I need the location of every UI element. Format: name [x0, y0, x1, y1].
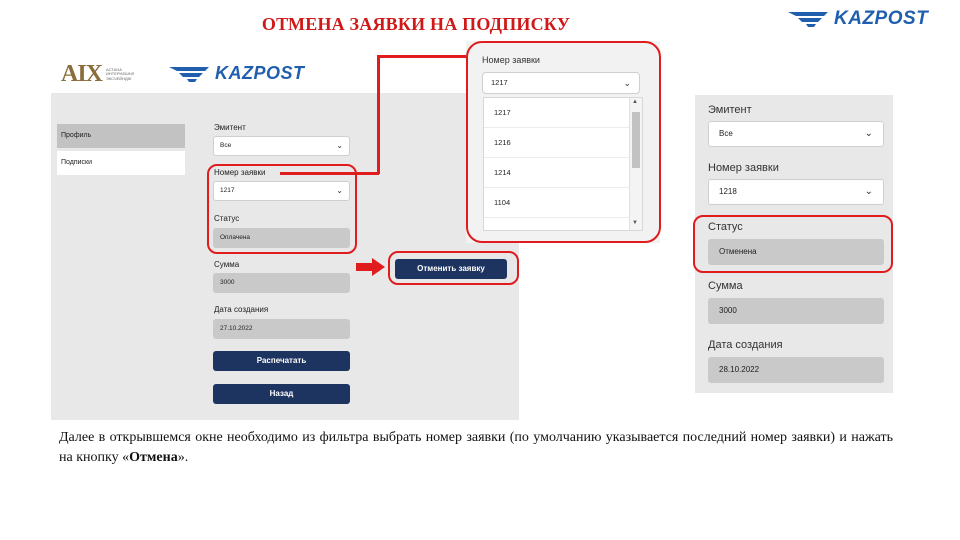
print-button[interactable]: Распечатать: [213, 351, 350, 371]
kazpost-wing-icon: [169, 66, 209, 82]
creation-date-field: 27.10.2022: [213, 319, 350, 339]
result-date-label: Дата создания: [708, 339, 783, 351]
connector-line: [377, 55, 380, 174]
result-amount-field: 3000: [708, 298, 884, 324]
result-request-select[interactable]: 1218 ⌄: [708, 179, 884, 205]
highlight-request-status: [207, 164, 357, 254]
kazpost-wing-icon: [788, 12, 828, 27]
issuer-label: Эмитент: [214, 123, 246, 132]
result-amount-label: Сумма: [708, 280, 743, 292]
aix-logo-caption: АСТАНА ИНТЕРНЕШНЛ ЭКСЧЕЙНДЖ: [106, 66, 135, 81]
sidebar-item-subscriptions[interactable]: Подписки: [57, 151, 185, 175]
chevron-down-icon: ⌄: [864, 186, 873, 197]
arrow-right-icon: [356, 258, 385, 276]
result-request-label: Номер заявки: [708, 162, 779, 174]
issuer-select[interactable]: Все ⌄: [213, 136, 350, 156]
result-issuer-select[interactable]: Все ⌄: [708, 121, 884, 147]
chevron-down-icon: ⌄: [864, 128, 873, 139]
result-issuer-label: Эмитент: [708, 104, 752, 116]
kazpost-logo-text: KAZPOST: [834, 8, 929, 29]
app-header: AIX АСТАНА ИНТЕРНЕШНЛ ЭКСЧЕЙНДЖ KAZPOST: [51, 45, 519, 93]
result-issuer-value: Все: [719, 129, 733, 138]
creation-date-label: Дата создания: [214, 305, 269, 314]
app-kazpost-logo-text: KAZPOST: [215, 63, 305, 83]
instruction-text-bold: Отмена: [129, 450, 178, 465]
aix-logo: AIX АСТАНА ИНТЕРНЕШНЛ ЭКСЧЕЙНДЖ: [61, 61, 140, 88]
aix-logo-text: AIX: [61, 61, 103, 87]
highlight-cancel-button: [388, 251, 519, 285]
instruction-text: Далее в открывшемся окне необходимо из ф…: [59, 428, 893, 468]
result-date-field: 28.10.2022: [708, 357, 884, 383]
highlight-result-status: [693, 215, 893, 273]
result-request-value: 1218: [719, 187, 737, 196]
connector-line: [377, 55, 469, 58]
kazpost-logo: KAZPOST: [788, 8, 948, 30]
back-button[interactable]: Назад: [213, 384, 350, 404]
amount-label: Сумма: [214, 260, 240, 269]
slide-title: ОТМЕНА ЗАЯВКИ НА ПОДПИСКУ: [261, 14, 571, 34]
issuer-value: Все: [220, 142, 232, 149]
sidebar-item-profile[interactable]: Профиль: [57, 124, 185, 148]
highlight-dropdown: [466, 41, 661, 243]
app-kazpost-logo: KAZPOST: [169, 63, 305, 84]
instruction-text-tail: ».: [177, 450, 189, 465]
chevron-down-icon: ⌄: [336, 141, 343, 150]
connector-line: [280, 172, 379, 175]
amount-field: 3000: [213, 273, 350, 293]
